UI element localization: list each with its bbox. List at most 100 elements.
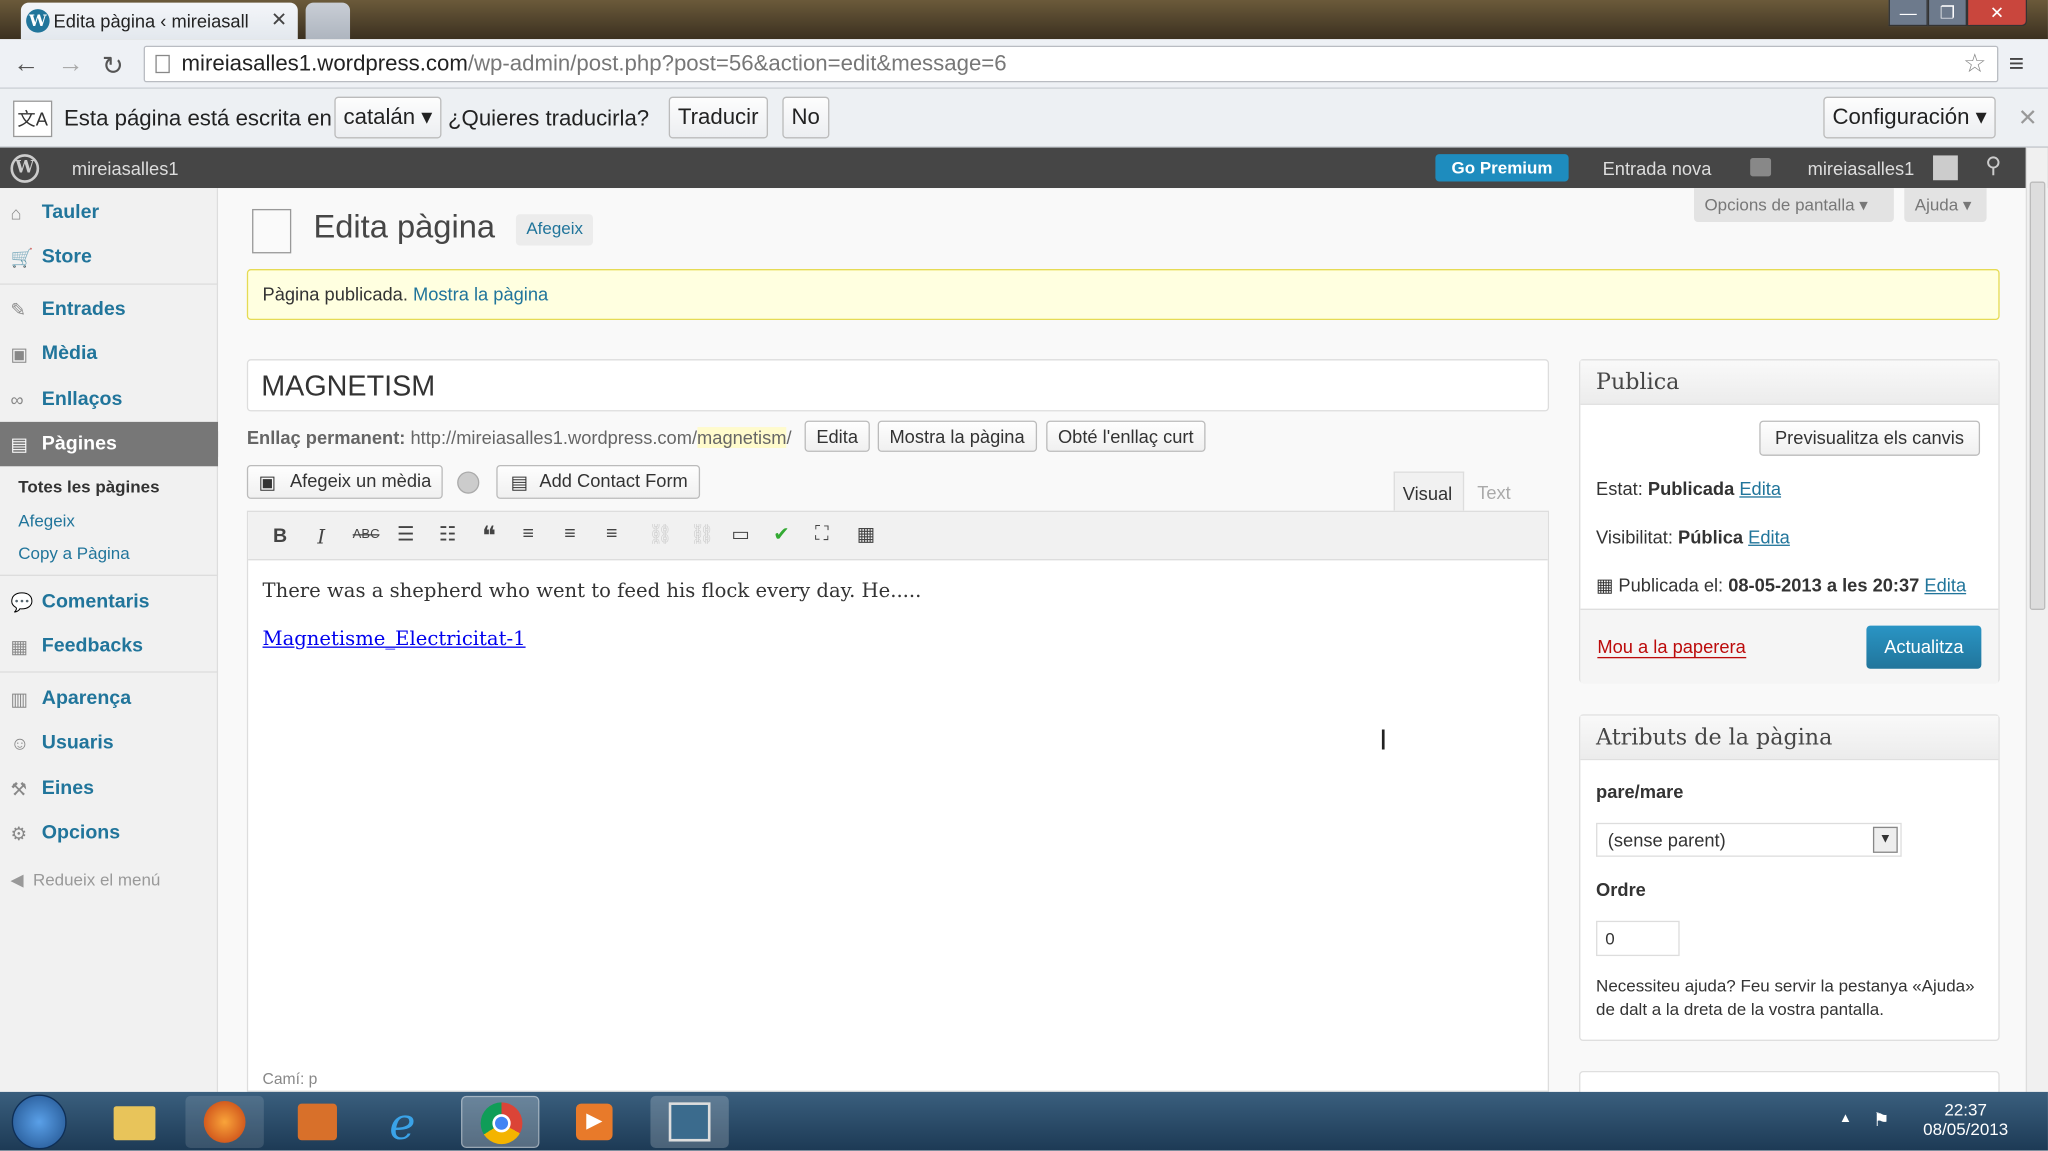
sidebar-item-media[interactable]: ▣ Mèdia	[0, 332, 218, 376]
user-account-link[interactable]: mireiasalles1	[1808, 158, 1915, 179]
avatar[interactable]	[1933, 155, 1958, 181]
bold-icon[interactable]: B	[273, 525, 287, 547]
submenu-add-page[interactable]: Afegeix	[18, 511, 75, 531]
sidebar-item-users[interactable]: ☺ Usuaris	[0, 721, 218, 765]
reload-icon[interactable]: ↻	[102, 50, 124, 83]
align-center-icon[interactable]: ≡	[564, 522, 575, 544]
spellcheck-icon[interactable]: ✔	[773, 522, 789, 546]
sidebar-item-comments[interactable]: 💬 Comentaris	[0, 580, 218, 624]
office-icon[interactable]	[278, 1096, 356, 1148]
address-bar[interactable]: mireiasalles1.wordpress.com/wp-admin/pos…	[143, 45, 1999, 83]
chrome-icon[interactable]	[461, 1095, 540, 1149]
sidebar-item-label: Mèdia	[41, 342, 98, 365]
add-media-button[interactable]: ▣ Afegeix un mèdia	[246, 464, 444, 499]
close-infobar-icon[interactable]: ✕	[2018, 104, 2038, 131]
page-scrollbar[interactable]	[2025, 147, 2048, 1092]
site-name-link[interactable]: mireiasalles1	[72, 158, 179, 179]
internet-explorer-icon[interactable]: e	[371, 1096, 449, 1150]
start-button[interactable]	[11, 1094, 67, 1150]
sidebar-item-feedbacks[interactable]: ▦ Feedbacks	[0, 624, 218, 668]
new-tab-button[interactable]	[305, 2, 351, 40]
tab-title: Edita pàgina ‹ mireiasalles	[53, 10, 250, 32]
insert-link-icon[interactable]: ⛓	[648, 522, 673, 546]
notifications-icon[interactable]	[1750, 158, 1772, 177]
explorer-icon[interactable]	[94, 1096, 172, 1148]
help-button[interactable]: Ajuda ▾	[1904, 188, 1987, 223]
editor-body-link[interactable]: Magnetisme_Electricitat-1	[263, 627, 526, 651]
tray-arrow-icon[interactable]: ▲	[1839, 1111, 1852, 1125]
get-shortlink-button[interactable]: Obté l'enllaç curt	[1046, 420, 1206, 452]
no-translate-button[interactable]: No	[782, 96, 830, 139]
action-center-flag-icon[interactable]: ⚑	[1873, 1109, 1889, 1131]
go-premium-button[interactable]: Go Premium	[1435, 154, 1569, 182]
translate-button[interactable]: Traducir	[668, 96, 768, 139]
browser-tab-active[interactable]: W Edita pàgina ‹ mireiasalles ✕	[20, 2, 298, 40]
parent-select[interactable]: (sense parent) ▼	[1596, 822, 1902, 857]
add-contact-form-button[interactable]: ▤ Add Contact Form	[496, 464, 700, 499]
submenu-all-pages[interactable]: Totes les pàgines	[18, 477, 159, 497]
minimize-button[interactable]: —	[1888, 0, 1928, 27]
permalink-slug[interactable]: magnetism	[697, 427, 787, 448]
scrollbar-thumb[interactable]	[2029, 181, 2046, 610]
maximize-button[interactable]: ❐	[1927, 0, 1967, 27]
fullscreen-icon[interactable]: ⛶	[815, 522, 829, 544]
edit-permalink-button[interactable]: Edita	[804, 420, 870, 452]
blockquote-icon[interactable]: ❝	[482, 520, 496, 553]
order-input[interactable]: 0	[1596, 920, 1680, 957]
italic-icon[interactable]: I	[317, 525, 325, 549]
notice-view-link[interactable]: Mostra la pàgina	[413, 283, 548, 304]
update-button[interactable]: Actualitza	[1866, 625, 1982, 669]
screen-recorder-icon[interactable]	[650, 1095, 729, 1149]
add-new-page-button[interactable]: Afegeix	[515, 214, 594, 246]
editor-body-text[interactable]: There was a shepherd who went to feed hi…	[263, 579, 922, 603]
sidebar-item-posts[interactable]: ✎ Entrades	[0, 287, 218, 331]
sidebar-item-store[interactable]: 🛒 Store	[0, 235, 218, 279]
sidebar-item-links[interactable]: ∞ Enllaços	[0, 377, 218, 421]
numbered-list-icon[interactable]: ☷	[439, 522, 457, 546]
submenu-copy-page[interactable]: Copy a Pàgina	[18, 543, 129, 563]
tab-visual[interactable]: Visual	[1393, 471, 1465, 511]
read-more-icon[interactable]: ▭	[731, 522, 750, 546]
edit-visibility-link[interactable]: Edita	[1748, 526, 1790, 547]
strikethrough-icon[interactable]: ABC	[353, 528, 380, 542]
screen-options-button[interactable]: Opcions de pantalla ▾	[1694, 188, 1894, 223]
unlink-icon[interactable]: ⛓	[690, 522, 715, 546]
kitchen-sink-icon[interactable]: ▦	[857, 522, 876, 546]
edit-status-link[interactable]: Edita	[1739, 478, 1781, 499]
edit-date-link[interactable]: Edita	[1924, 575, 1966, 596]
text-cursor-icon: I	[1379, 723, 1388, 757]
sidebar-item-tools[interactable]: ⚒ Eines	[0, 767, 218, 811]
bullet-list-icon[interactable]: ☰	[397, 522, 415, 546]
settings-label: Configuración	[1832, 104, 1970, 130]
forward-arrow-icon[interactable]: →	[57, 50, 83, 80]
align-left-icon[interactable]: ≡	[522, 522, 533, 544]
collapse-menu-button[interactable]: ◀ Redueix el menú	[10, 870, 160, 891]
cart-icon: 🛒	[10, 246, 34, 268]
language-select[interactable]: catalán ▾	[334, 96, 442, 139]
new-post-link[interactable]: Entrada nova	[1603, 158, 1712, 179]
search-icon[interactable]: ⚲	[1985, 153, 2001, 179]
publish-actions: Mou a la paperera Actualitza	[1580, 608, 1999, 684]
sidebar-item-appearance[interactable]: ▥ Aparença	[0, 677, 218, 721]
wordpress-logo-icon[interactable]: W	[10, 154, 40, 183]
clock[interactable]: 22:37 08/05/2013	[1920, 1100, 2011, 1139]
close-window-button[interactable]: ✕	[1966, 0, 2028, 27]
tab-text[interactable]: Text	[1469, 471, 1529, 511]
translate-settings-button[interactable]: Configuración ▾	[1823, 96, 1996, 139]
media-player-icon[interactable]: ▶	[555, 1096, 633, 1148]
polldaddy-icon[interactable]	[457, 471, 480, 494]
back-arrow-icon[interactable]: ←	[13, 50, 39, 80]
sidebar-item-dashboard[interactable]: ⌂ Tauler	[0, 191, 218, 235]
preview-changes-button[interactable]: Previsualitza els canvis	[1759, 420, 1980, 456]
bookmark-star-icon[interactable]: ☆	[1963, 47, 1986, 81]
firefox-icon[interactable]	[185, 1095, 264, 1149]
chrome-menu-icon[interactable]: ≡	[2009, 50, 2024, 80]
move-to-trash-link[interactable]: Mou a la paperera	[1597, 636, 1746, 659]
close-tab-icon[interactable]: ✕	[271, 8, 287, 31]
post-title-input[interactable]: MAGNETISM	[246, 359, 1550, 412]
browser-toolbar: ← → ↻ mireiasalles1.wordpress.com/wp-adm…	[0, 39, 2048, 89]
sidebar-item-pages[interactable]: ▤ Pàgines	[0, 421, 219, 467]
view-page-button[interactable]: Mostra la pàgina	[877, 420, 1037, 452]
sidebar-item-settings[interactable]: ⚙ Opcions	[0, 811, 218, 855]
align-right-icon[interactable]: ≡	[606, 522, 617, 544]
